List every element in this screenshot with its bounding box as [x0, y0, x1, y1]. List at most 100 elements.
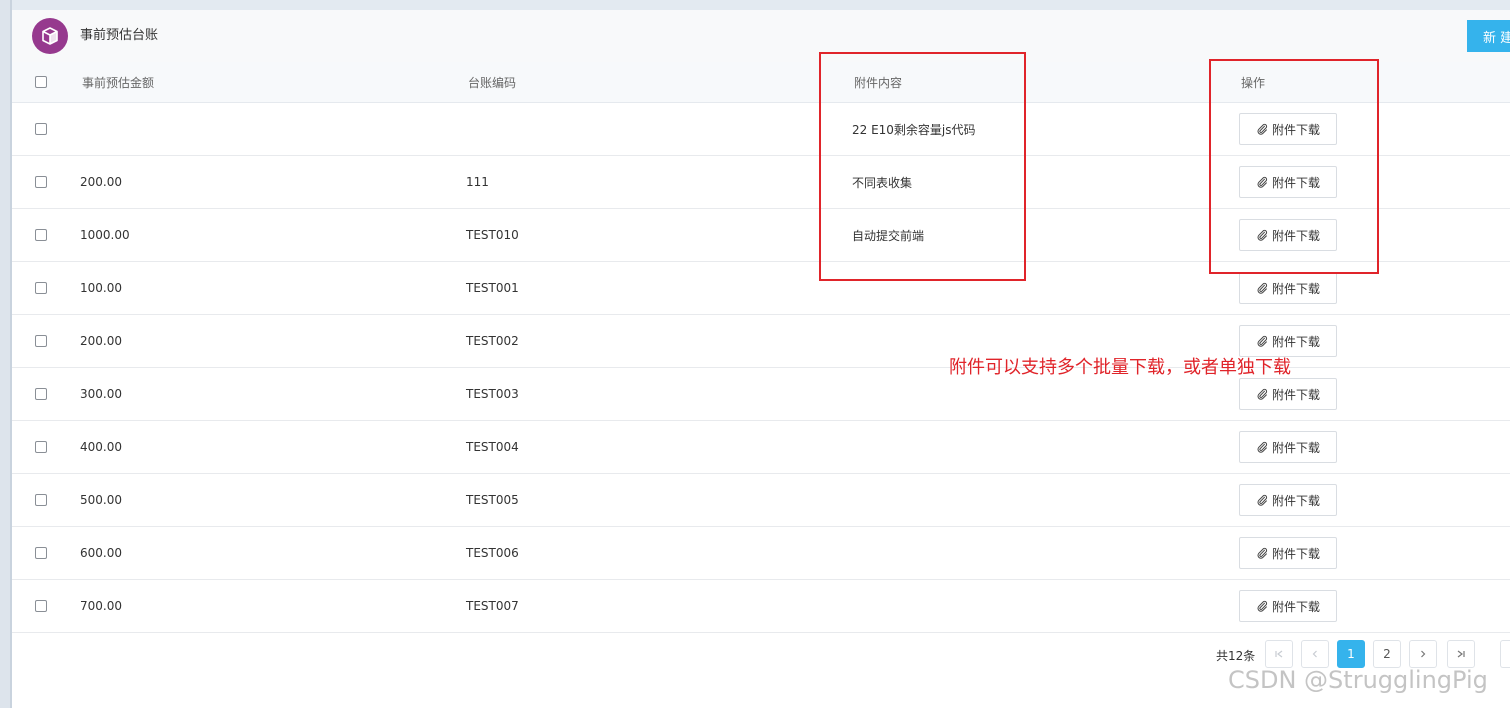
paperclip-icon — [1256, 547, 1268, 559]
first-page-icon[interactable] — [1265, 640, 1293, 668]
table-header: 事前预估金额 台账编码 附件内容 操作 — [12, 62, 1510, 103]
row-checkbox[interactable] — [35, 600, 47, 612]
attachment-cell: 22 E10剩余容量js代码 — [852, 122, 976, 137]
attachment-download-button[interactable]: 附件下载 — [1239, 272, 1337, 304]
attachment-download-button[interactable]: 附件下载 — [1239, 378, 1337, 410]
code-cell: TEST002 — [466, 334, 519, 348]
table-row[interactable]: 600.00 TEST006 附件下载 — [12, 527, 1510, 580]
attachment-download-button[interactable]: 附件下载 — [1239, 590, 1337, 622]
attachment-download-button[interactable]: 附件下载 — [1239, 166, 1337, 198]
column-header-code[interactable]: 台账编码 — [468, 62, 516, 102]
row-checkbox[interactable] — [35, 282, 47, 294]
download-button-label: 附件下载 — [1271, 122, 1320, 137]
row-select-cell — [35, 368, 47, 420]
paperclip-icon — [1256, 123, 1268, 135]
next-page-icon[interactable] — [1409, 640, 1437, 668]
row-checkbox[interactable] — [35, 547, 47, 559]
column-header-amount[interactable]: 事前预估金额 — [82, 62, 154, 102]
download-button-label: 附件下载 — [1271, 281, 1320, 296]
row-select-cell — [35, 103, 47, 155]
table-row[interactable]: 200.00 111 不同表收集 附件下载 — [12, 156, 1510, 209]
row-select-cell — [35, 209, 47, 261]
action-cell: 附件下载 — [1239, 315, 1337, 367]
page-header: 事前预估台账 新 建 — [12, 10, 1510, 63]
top-strip — [0, 0, 1510, 10]
row-checkbox[interactable] — [35, 494, 47, 506]
pagination-total: 共12条 — [1216, 649, 1256, 663]
row-select-cell — [35, 315, 47, 367]
table-row[interactable]: 100.00 TEST001 附件下载 — [12, 262, 1510, 315]
ledger-table: 事前预估金额 台账编码 附件内容 操作 22 E10剩余容量js代码 附件下载 20… — [12, 62, 1510, 633]
row-checkbox[interactable] — [35, 388, 47, 400]
download-button-label: 附件下载 — [1271, 175, 1320, 190]
attachment-download-button[interactable]: 附件下载 — [1239, 431, 1337, 463]
select-all-cell — [35, 62, 47, 102]
download-button-label: 附件下载 — [1271, 387, 1320, 402]
action-cell: 附件下载 — [1239, 103, 1337, 155]
column-header-attachment[interactable]: 附件内容 — [854, 62, 902, 102]
download-button-label: 附件下载 — [1271, 599, 1320, 614]
row-checkbox[interactable] — [35, 123, 47, 135]
download-button-label: 附件下载 — [1271, 440, 1320, 455]
action-cell: 附件下载 — [1239, 156, 1337, 208]
table-row[interactable]: 300.00 TEST003 附件下载 — [12, 368, 1510, 421]
row-checkbox[interactable] — [35, 441, 47, 453]
page-2-button[interactable]: 2 — [1373, 640, 1401, 668]
amount-cell: 500.00 — [80, 493, 122, 507]
attachment-cell: 不同表收集 — [852, 175, 913, 190]
code-cell: TEST010 — [466, 228, 519, 242]
paperclip-icon — [1256, 600, 1268, 612]
new-button[interactable]: 新 建 — [1467, 20, 1510, 52]
row-checkbox[interactable] — [35, 176, 47, 188]
attachment-download-button[interactable]: 附件下载 — [1239, 537, 1337, 569]
code-cell: TEST001 — [466, 281, 519, 295]
page-1-button[interactable]: 1 — [1337, 640, 1365, 668]
attachment-download-button[interactable]: 附件下载 — [1239, 113, 1337, 145]
table-row[interactable]: 400.00 TEST004 附件下载 — [12, 421, 1510, 474]
table-row[interactable]: 1000.00 TEST010 自动提交前端 附件下载 — [12, 209, 1510, 262]
row-checkbox[interactable] — [35, 335, 47, 347]
paperclip-icon — [1256, 176, 1268, 188]
code-cell: TEST005 — [466, 493, 519, 507]
amount-cell: 600.00 — [80, 546, 122, 560]
amount-cell: 100.00 — [80, 281, 122, 295]
code-cell: TEST004 — [466, 440, 519, 454]
action-cell: 附件下载 — [1239, 262, 1337, 314]
amount-cell: 400.00 — [80, 440, 122, 454]
attachment-download-button[interactable]: 附件下载 — [1239, 219, 1337, 251]
paperclip-icon — [1256, 388, 1268, 400]
attachment-cell: 自动提交前端 — [852, 228, 925, 243]
page-title: 事前预估台账 — [80, 28, 159, 43]
page-size-selector[interactable] — [1500, 640, 1510, 668]
action-cell: 附件下载 — [1239, 209, 1337, 261]
code-cell: TEST006 — [466, 546, 519, 560]
table-row[interactable]: 500.00 TEST005 附件下载 — [12, 474, 1510, 527]
table-row[interactable]: 22 E10剩余容量js代码 附件下载 — [12, 103, 1510, 156]
code-cell: 111 — [466, 175, 489, 189]
amount-cell: 1000.00 — [80, 228, 130, 242]
attachment-download-button[interactable]: 附件下载 — [1239, 484, 1337, 516]
amount-cell: 700.00 — [80, 599, 122, 613]
table-row[interactable]: 200.00 TEST002 附件下载 — [12, 315, 1510, 368]
prev-page-icon[interactable] — [1301, 640, 1329, 668]
last-page-icon[interactable] — [1447, 640, 1475, 668]
paperclip-icon — [1256, 282, 1268, 294]
code-cell: TEST007 — [466, 599, 519, 613]
select-all-checkbox[interactable] — [35, 76, 47, 88]
column-header-action: 操作 — [1241, 75, 1266, 90]
paperclip-icon — [1256, 494, 1268, 506]
row-checkbox[interactable] — [35, 229, 47, 241]
paperclip-icon — [1256, 441, 1268, 453]
table-body: 22 E10剩余容量js代码 附件下载 200.00 111 不同表收集 附件下载 1000… — [12, 103, 1510, 633]
table-row[interactable]: 700.00 TEST007 附件下载 — [12, 580, 1510, 633]
amount-cell: 300.00 — [80, 387, 122, 401]
amount-cell: 200.00 — [80, 334, 122, 348]
row-select-cell — [35, 262, 47, 314]
download-button-label: 附件下载 — [1271, 334, 1320, 349]
attachment-download-button[interactable]: 附件下载 — [1239, 325, 1337, 357]
action-cell: 附件下载 — [1239, 474, 1337, 526]
row-select-cell — [35, 156, 47, 208]
row-select-cell — [35, 527, 47, 579]
watermark: CSDN @StrugglingPig — [1228, 666, 1488, 694]
row-select-cell — [35, 421, 47, 473]
